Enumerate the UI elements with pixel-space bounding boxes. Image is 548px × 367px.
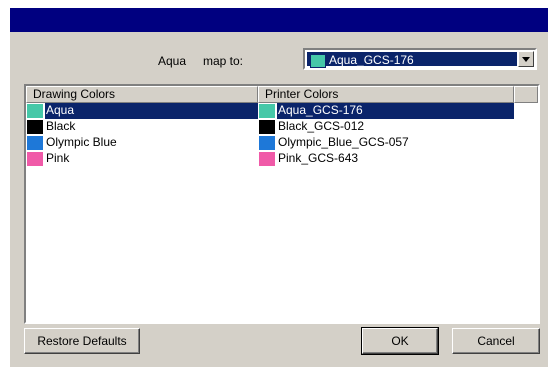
printer-color-cell: Olympic_Blue_GCS-057 [258,135,514,151]
table-row[interactable]: Olympic Blue Olympic_Blue_GCS-057 [26,135,538,151]
color-swatch [259,136,275,150]
color-map-dialog: Aqua map to: Aqua_GCS-176 Drawing Colors… [10,8,548,367]
color-swatch [259,104,275,118]
color-swatch [27,120,43,134]
drawing-color-name: Black [46,119,76,133]
table-row[interactable]: Black Black_GCS-012 [26,119,538,135]
selected-drawing-color-label: Aqua [158,54,187,68]
printer-color-name: Black_GCS-012 [278,119,365,133]
drawing-color-cell: Olympic Blue [26,135,258,151]
printer-color-cell: Pink_GCS-643 [258,151,514,167]
drawing-color-name: Olympic Blue [46,135,117,149]
color-mapping-list[interactable]: Drawing Colors Printer Colors Aqua Aqua_… [24,84,540,324]
drawing-color-name: Aqua [46,103,75,117]
color-swatch [259,152,275,166]
combo-value: Aqua_GCS-176 [329,53,414,67]
color-swatch [259,120,275,134]
color-swatch [27,152,43,166]
header-filler [514,86,538,103]
restore-defaults-button[interactable]: Restore Defaults [24,328,140,354]
combo-selection: Aqua_GCS-176 [307,52,517,68]
table-row[interactable]: Pink Pink_GCS-643 [26,151,538,167]
printer-color-cell: Black_GCS-012 [258,119,514,135]
title-bar[interactable] [10,8,548,32]
drawing-color-cell: Black [26,119,258,135]
dropdown-arrow-button[interactable] [518,51,534,67]
combo-color-swatch [310,54,326,68]
printer-color-combobox[interactable]: Aqua_GCS-176 [303,48,537,70]
drawing-color-cell: Pink [26,151,258,167]
printer-colors-column-header[interactable]: Printer Colors [258,86,514,103]
drawing-color-cell: Aqua [26,103,258,119]
printer-color-name: Olympic_Blue_GCS-057 [278,135,409,149]
color-swatch [27,136,43,150]
cancel-button[interactable]: Cancel [452,328,540,354]
drawing-color-name: Pink [46,151,70,165]
drawing-colors-column-header[interactable]: Drawing Colors [26,86,258,103]
printer-color-name: Aqua_GCS-176 [278,103,363,117]
table-row[interactable]: Aqua Aqua_GCS-176 [26,103,538,119]
map-to-label: map to: [203,54,244,68]
printer-color-cell: Aqua_GCS-176 [258,103,514,119]
printer-color-name: Pink_GCS-643 [278,151,359,165]
color-swatch [27,104,43,118]
ok-button[interactable]: OK [361,327,439,355]
